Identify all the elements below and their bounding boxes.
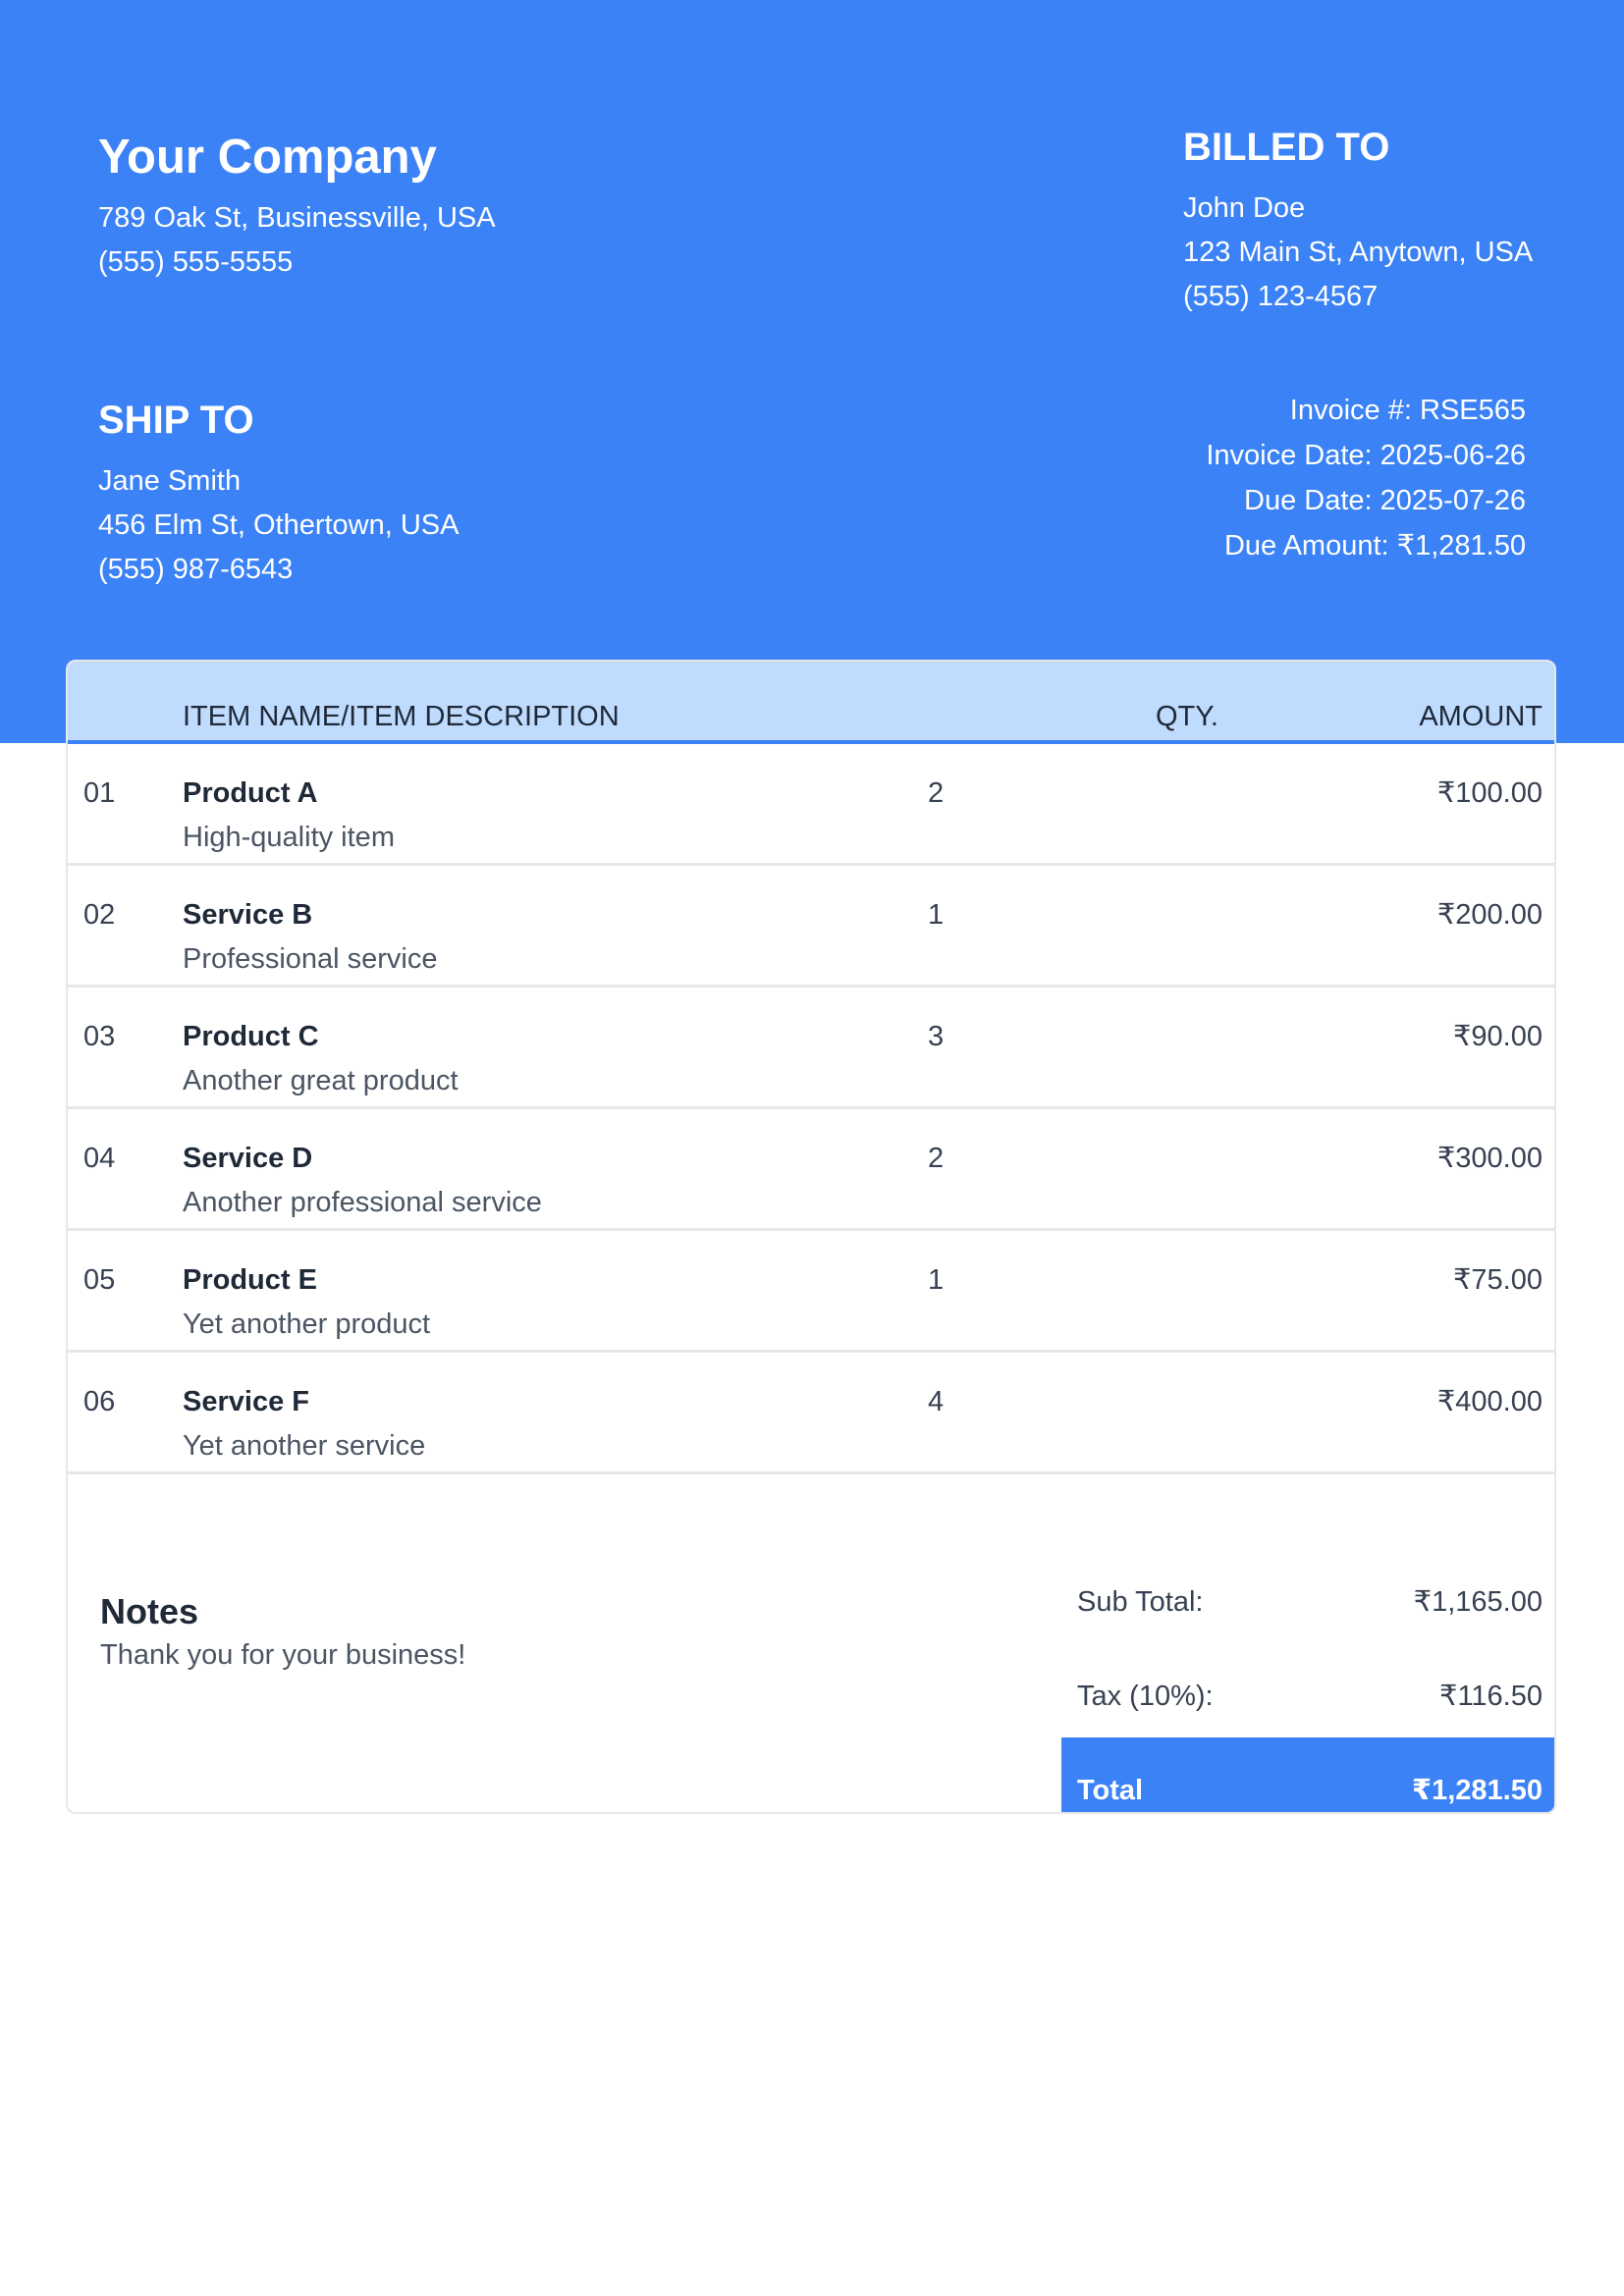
company-phone: (555) 555-5555 (98, 246, 294, 278)
total-value: ₹1,281.50 (1411, 1775, 1543, 1806)
table-body: 01 Product A High-quality item 2 ₹100.00… (68, 744, 1554, 1474)
table-row: 06 Service F Yet another service 4 ₹400.… (68, 1353, 1554, 1474)
items-table: ITEM NAME/ITEM DESCRIPTION QTY. AMOUNT 0… (66, 660, 1556, 1814)
billed-to-heading: BILLED TO (1183, 126, 1390, 169)
column-header-amount: AMOUNT (1419, 701, 1543, 732)
ship-to-block: SHIP TO Jane Smith 456 Elm St, Othertown… (98, 391, 459, 592)
item-description: Another great product (183, 1065, 459, 1096)
notes-title: Notes (100, 1591, 199, 1631)
subtotal-value: ₹1,165.00 (1413, 1586, 1543, 1618)
table-header: ITEM NAME/ITEM DESCRIPTION QTY. AMOUNT (68, 662, 1554, 744)
table-row: 03 Product C Another great product 3 ₹90… (68, 988, 1554, 1109)
item-qty: 1 (928, 1264, 945, 1296)
item-qty: 4 (928, 1386, 945, 1417)
subtotal-row: Sub Total: ₹1,165.00 (1061, 1565, 1554, 1659)
billed-to-address: 123 Main St, Anytown, USA (1183, 237, 1534, 268)
row-number: 05 (83, 1264, 116, 1296)
item-description: Another professional service (183, 1187, 542, 1218)
notes-section: Notes Thank you for your business! (100, 1588, 465, 1675)
item-description: High-quality item (183, 822, 395, 853)
due-amount: Due Amount: ₹1,281.50 (1223, 530, 1526, 561)
invoice-page: Your Company 789 Oak St, Businessville, … (0, 0, 1624, 2296)
item-name: Product C (183, 1021, 319, 1052)
row-number: 01 (83, 777, 116, 809)
invoice-meta: Invoice #: RSE565 Invoice Date: 2025-06-… (1206, 388, 1526, 568)
total-label: Total (1077, 1775, 1144, 1806)
tax-label: Tax (10%): (1077, 1681, 1214, 1712)
item-name: Service F (183, 1386, 309, 1417)
ship-to-phone: (555) 987-6543 (98, 554, 294, 585)
column-header-qty: QTY. (1156, 701, 1218, 732)
billed-to-name: John Doe (1183, 192, 1306, 224)
item-description: Professional service (183, 943, 438, 975)
item-name: Service B (183, 899, 313, 931)
row-number: 02 (83, 899, 116, 931)
item-qty: 2 (928, 1143, 945, 1174)
row-number: 06 (83, 1386, 116, 1417)
invoice-number: Invoice #: RSE565 (1289, 395, 1526, 426)
item-qty: 3 (928, 1021, 945, 1052)
ship-to-name: Jane Smith (98, 465, 242, 497)
item-name: Product E (183, 1264, 317, 1296)
table-row: 04 Service D Another professional servic… (68, 1109, 1554, 1231)
row-number: 03 (83, 1021, 116, 1052)
header-band: Your Company 789 Oak St, Businessville, … (0, 0, 1624, 743)
billed-to-block: BILLED TO John Doe 123 Main St, Anytown,… (1183, 118, 1533, 319)
ship-to-address: 456 Elm St, Othertown, USA (98, 509, 460, 541)
item-name: Service D (183, 1143, 313, 1174)
due-date: Due Date: 2025-07-26 (1244, 485, 1526, 516)
company-address: 789 Oak St, Businessville, USA (98, 202, 496, 234)
subtotal-label: Sub Total: (1077, 1586, 1204, 1618)
item-amount: ₹400.00 (1436, 1386, 1543, 1417)
company-name: Your Company (98, 131, 437, 184)
company-block: Your Company 789 Oak St, Businessville, … (98, 126, 496, 285)
item-amount: ₹200.00 (1436, 899, 1543, 931)
item-amount: ₹75.00 (1452, 1264, 1543, 1296)
item-description: Yet another service (183, 1430, 426, 1462)
table-row: 02 Service B Professional service 1 ₹200… (68, 866, 1554, 988)
row-number: 04 (83, 1143, 116, 1174)
total-row: Total ₹1,281.50 (1061, 1737, 1554, 1812)
item-description: Yet another product (183, 1308, 431, 1340)
item-name: Product A (183, 777, 318, 809)
table-row: 01 Product A High-quality item 2 ₹100.00 (68, 744, 1554, 866)
invoice-date: Invoice Date: 2025-06-26 (1206, 440, 1526, 471)
column-header-description: ITEM NAME/ITEM DESCRIPTION (183, 701, 620, 732)
item-qty: 1 (928, 899, 945, 931)
item-qty: 2 (928, 777, 945, 809)
ship-to-heading: SHIP TO (98, 399, 254, 442)
item-amount: ₹300.00 (1436, 1143, 1543, 1174)
item-amount: ₹90.00 (1452, 1021, 1543, 1052)
totals-section: Sub Total: ₹1,165.00 Tax (10%): ₹116.50 (1061, 1565, 1554, 1753)
table-row: 05 Product E Yet another product 1 ₹75.0… (68, 1231, 1554, 1353)
notes-text: Thank you for your business! (100, 1639, 466, 1671)
tax-value: ₹116.50 (1439, 1681, 1543, 1712)
item-amount: ₹100.00 (1436, 777, 1543, 809)
billed-to-phone: (555) 123-4567 (1183, 281, 1379, 312)
